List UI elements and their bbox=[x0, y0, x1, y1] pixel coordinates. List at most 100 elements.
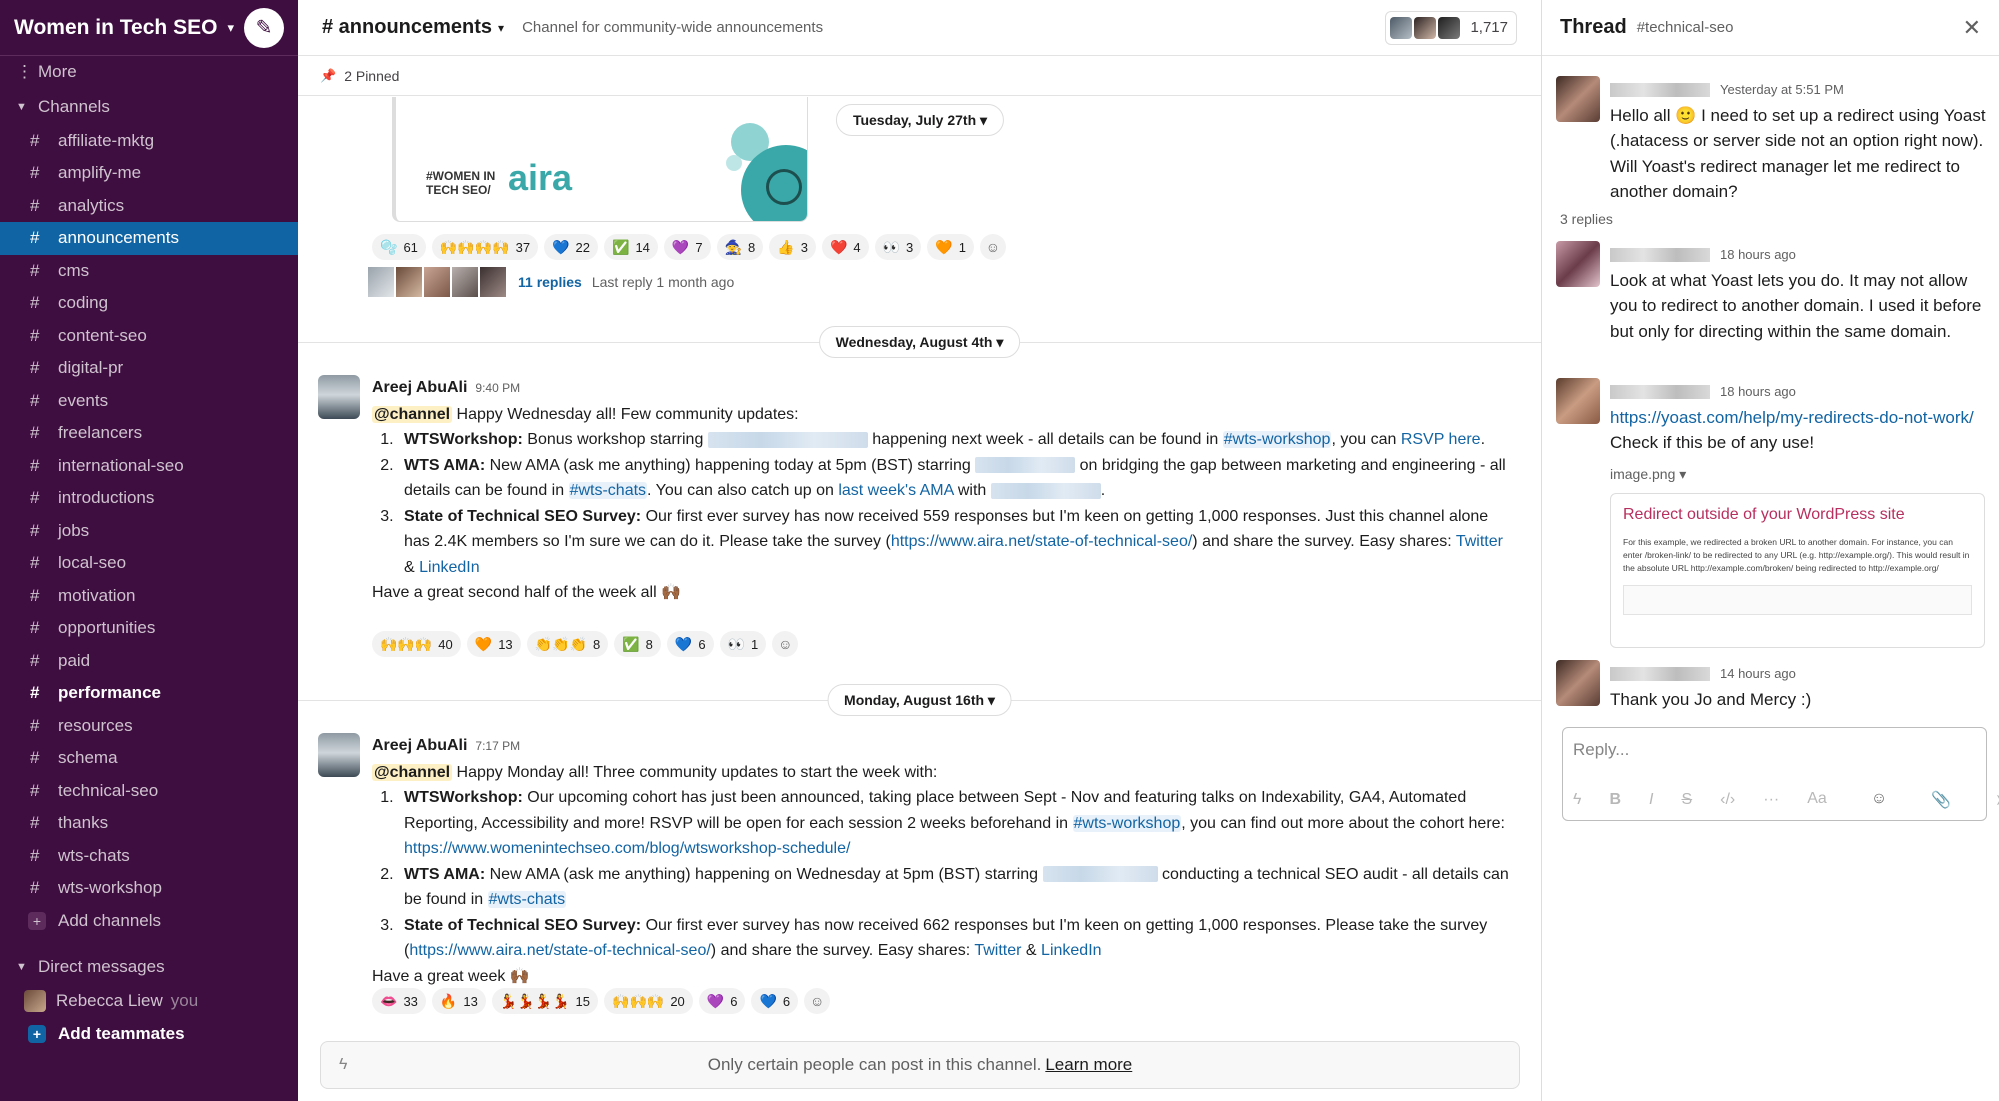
image-filename[interactable]: image.png ▾ bbox=[1610, 462, 1986, 488]
sidebar-item-amplify-me[interactable]: # amplify-me bbox=[0, 157, 298, 190]
reaction-pill[interactable]: 💜 6 bbox=[698, 988, 746, 1014]
channel-mention[interactable]: @channel bbox=[372, 405, 453, 423]
sidebar-item-opportunities[interactable]: # opportunities bbox=[0, 612, 298, 645]
survey-link[interactable]: https://www.aira.net/state-of-technical-… bbox=[409, 942, 710, 959]
reaction-pill[interactable]: 💙 6 bbox=[666, 631, 714, 657]
message-time[interactable]: 18 hours ago bbox=[1720, 247, 1796, 262]
sidebar-item-analytics[interactable]: # analytics bbox=[0, 190, 298, 223]
channel-mention[interactable]: @channel bbox=[372, 763, 453, 781]
sidebar-item-jobs[interactable]: # jobs bbox=[0, 515, 298, 548]
sidebar-item-technical-seo[interactable]: # technical-seo bbox=[0, 775, 298, 808]
reaction-pill[interactable]: 👀 1 bbox=[719, 631, 767, 657]
survey-link[interactable]: https://www.aira.net/state-of-technical-… bbox=[891, 533, 1192, 550]
italic-icon[interactable]: I bbox=[1649, 791, 1653, 809]
dm-section-header[interactable]: ▼ Direct messages bbox=[0, 949, 298, 985]
add-reaction-icon[interactable]: ☺ bbox=[979, 234, 1006, 260]
reaction-pill[interactable]: 🙌🙌🙌 40 bbox=[372, 631, 461, 657]
reaction-pill[interactable]: ✅ 14 bbox=[604, 234, 658, 260]
send-icon[interactable]: ➤ bbox=[1995, 790, 1999, 810]
sidebar-item-digital-pr[interactable]: # digital-pr bbox=[0, 352, 298, 385]
message-time[interactable]: 7:17 PM bbox=[475, 739, 520, 753]
thread-reply[interactable]: 18 hours ago Look at what Yoast lets you… bbox=[1556, 241, 1986, 344]
avatar[interactable] bbox=[318, 375, 360, 419]
sidebar-item-introductions[interactable]: # introductions bbox=[0, 482, 298, 515]
reaction-pill[interactable]: 🙌🙌🙌 20 bbox=[604, 988, 693, 1014]
thread-summary[interactable]: 11 replies Last reply 1 month ago bbox=[368, 267, 734, 297]
add-reaction-icon[interactable]: ☺ bbox=[772, 631, 799, 657]
reaction-pill[interactable]: 👍 3 bbox=[769, 234, 816, 260]
close-icon[interactable]: ✕ bbox=[1963, 15, 1981, 41]
more-formatting-icon[interactable]: ··· bbox=[1763, 791, 1779, 809]
reaction-pill[interactable]: 💃💃💃💃 15 bbox=[491, 988, 599, 1014]
twitter-link[interactable]: Twitter bbox=[1456, 533, 1503, 550]
ama-link[interactable]: last week's AMA bbox=[838, 482, 953, 499]
thread-reply[interactable]: 18 hours ago https://yoast.com/help/my-r… bbox=[1556, 378, 1986, 648]
sidebar-item-freelancers[interactable]: # freelancers bbox=[0, 417, 298, 450]
reaction-pill[interactable]: ✅ 8 bbox=[614, 631, 661, 657]
thread-reply[interactable]: 14 hours ago Thank you Jo and Mercy :) bbox=[1556, 660, 1986, 712]
workspace-header[interactable]: Women in Tech SEO ▾ ✎ bbox=[0, 0, 298, 56]
sidebar-item-events[interactable]: # events bbox=[0, 385, 298, 418]
pinned-bar[interactable]: 📌 2 Pinned bbox=[298, 56, 1541, 96]
reaction-pill[interactable]: 👄 33 bbox=[372, 988, 426, 1014]
channel-topic[interactable]: Channel for community-wide announcements bbox=[522, 19, 823, 36]
learn-more-link[interactable]: Learn more bbox=[1045, 1055, 1132, 1075]
sidebar-item-content-seo[interactable]: # content-seo bbox=[0, 320, 298, 353]
reaction-pill[interactable]: 🙌🙌🙌🙌 37 bbox=[431, 234, 539, 260]
reaction-pill[interactable]: 👏👏👏 8 bbox=[526, 631, 609, 657]
bold-icon[interactable]: B bbox=[1609, 791, 1621, 809]
sidebar-item-local-seo[interactable]: # local-seo bbox=[0, 547, 298, 580]
avatar[interactable] bbox=[1556, 378, 1600, 424]
sidebar-more[interactable]: ⋮ More bbox=[0, 56, 298, 89]
attach-icon[interactable]: 📎 bbox=[1931, 790, 1951, 810]
channels-section-header[interactable]: ▼ Channels bbox=[0, 89, 298, 125]
channel-link[interactable]: #wts-chats bbox=[487, 891, 567, 908]
sidebar-item-motivation[interactable]: # motivation bbox=[0, 580, 298, 613]
compose-icon[interactable]: ✎ bbox=[244, 7, 284, 48]
date-divider[interactable]: Wednesday, August 4th ▾ bbox=[818, 326, 1021, 358]
date-divider[interactable]: Tuesday, July 27th ▾ bbox=[835, 104, 1005, 136]
add-reaction-icon[interactable]: ☺ bbox=[804, 988, 831, 1014]
message-time[interactable]: 9:40 PM bbox=[475, 381, 520, 395]
chevron-down-icon[interactable]: ▾ bbox=[498, 21, 504, 35]
chevron-down-icon[interactable]: ▾ bbox=[227, 20, 234, 36]
channel-name[interactable]: # announcements bbox=[322, 16, 492, 39]
sidebar-item-performance[interactable]: # performance bbox=[0, 677, 298, 710]
sidebar-item-schema[interactable]: # schema bbox=[0, 742, 298, 775]
avatar[interactable] bbox=[318, 733, 360, 777]
reply-input[interactable]: Reply... ϟ B I S ‹/› ··· Aa ☺ 📎 ➤ bbox=[1562, 727, 1999, 821]
reaction-pill[interactable]: 🫧 61 bbox=[372, 234, 426, 260]
sidebar-item-international-seo[interactable]: # international-seo bbox=[0, 450, 298, 483]
image-preview[interactable]: Redirect outside of your WordPress site … bbox=[1610, 493, 1985, 648]
sidebar-item-resources[interactable]: # resources bbox=[0, 710, 298, 743]
avatar[interactable] bbox=[1556, 241, 1600, 287]
strikethrough-icon[interactable]: S bbox=[1681, 791, 1692, 809]
emoji-icon[interactable]: ☺ bbox=[1871, 790, 1887, 810]
message-author[interactable]: Areej AbuAli bbox=[372, 379, 467, 396]
reaction-pill[interactable]: 🔥 13 bbox=[431, 988, 486, 1014]
sidebar-item-thanks[interactable]: # thanks bbox=[0, 807, 298, 840]
text-format-icon[interactable]: Aa bbox=[1807, 790, 1827, 810]
reply-placeholder[interactable]: Reply... bbox=[1573, 740, 1629, 760]
thread-channel[interactable]: #technical-seo bbox=[1637, 19, 1734, 36]
avatar[interactable] bbox=[1556, 660, 1600, 706]
sidebar-item-coding[interactable]: # coding bbox=[0, 287, 298, 320]
reaction-pill[interactable]: 🧙 8 bbox=[716, 234, 764, 260]
sidebar-item-cms[interactable]: # cms bbox=[0, 255, 298, 288]
message-time[interactable]: 14 hours ago bbox=[1720, 666, 1796, 681]
sidebar-item-wts-workshop[interactable]: # wts-workshop bbox=[0, 872, 298, 905]
shortcuts-icon[interactable]: ϟ bbox=[339, 1056, 347, 1074]
sidebar-item-announcements[interactable]: # announcements bbox=[0, 222, 298, 255]
code-icon[interactable]: ‹/› bbox=[1720, 791, 1735, 809]
schedule-link[interactable]: https://www.womenintechseo.com/blog/wtsw… bbox=[404, 840, 850, 857]
message[interactable]: Areej AbuAli 7:17 PM @channel Happy Monda… bbox=[318, 733, 1518, 989]
reaction-pill[interactable]: 💙 22 bbox=[544, 234, 599, 260]
dm-item-self[interactable]: Rebecca Liew you bbox=[0, 985, 298, 1018]
channel-link[interactable]: #wts-workshop bbox=[1222, 431, 1332, 448]
reaction-pill[interactable]: 🧡 1 bbox=[927, 234, 974, 260]
date-divider[interactable]: Monday, August 16th ▾ bbox=[827, 684, 1012, 716]
avatar[interactable] bbox=[1556, 76, 1600, 122]
channel-link[interactable]: #wts-chats bbox=[568, 482, 648, 499]
channel-link[interactable]: #wts-workshop bbox=[1072, 814, 1182, 832]
thread-parent-message[interactable]: Yesterday at 5:51 PM Hello all 🙂 I need … bbox=[1556, 76, 1986, 205]
